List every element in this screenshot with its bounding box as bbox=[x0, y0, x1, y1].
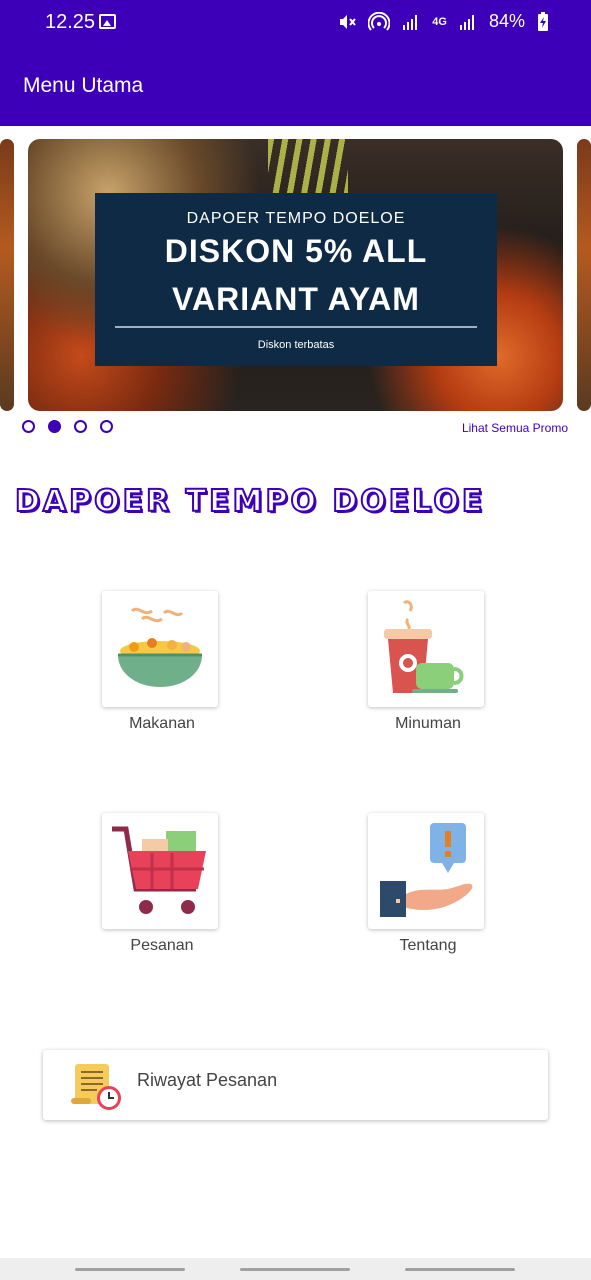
carousel-dot[interactable] bbox=[22, 420, 35, 433]
menu-label-pesanan: Pesanan bbox=[130, 937, 194, 954]
nav-recent-apps[interactable] bbox=[75, 1268, 185, 1271]
carousel-next-slide[interactable] bbox=[577, 139, 591, 411]
see-all-promo-link[interactable]: Lihat Semua Promo bbox=[462, 421, 568, 435]
info-hand-icon bbox=[380, 823, 473, 917]
carousel-dot-active[interactable] bbox=[48, 420, 61, 433]
promo-carousel[interactable]: DAPOER TEMPO DOELOE DISKON 5% ALL VARIAN… bbox=[0, 139, 591, 414]
receipt-clock-icon bbox=[71, 1064, 121, 1110]
system-nav-bar bbox=[0, 1258, 591, 1280]
banner-headline-1: DISKON 5% ALL bbox=[164, 233, 428, 269]
banner-divider bbox=[115, 326, 477, 328]
menu-tile-pesanan[interactable] bbox=[102, 813, 218, 929]
banner-note: Diskon terbatas bbox=[257, 339, 335, 351]
menu-label-minuman: Minuman bbox=[395, 715, 461, 732]
status-bar: 12.25 4G 84% bbox=[0, 0, 591, 48]
battery-percent: 84% bbox=[488, 11, 525, 31]
menu-tile-makanan[interactable] bbox=[102, 591, 218, 707]
brand-title: DAPOER TEMPO DOELOE bbox=[14, 483, 486, 520]
food-bowl-icon bbox=[118, 607, 202, 687]
mute-icon bbox=[340, 14, 357, 29]
signal-icon bbox=[403, 14, 418, 30]
order-history-button[interactable]: Riwayat Pesanan bbox=[43, 1050, 548, 1120]
food-decoration bbox=[268, 139, 348, 199]
carousel-dot[interactable] bbox=[74, 420, 87, 433]
shopping-cart-icon bbox=[112, 826, 206, 914]
status-right: 4G 84% bbox=[338, 11, 549, 32]
nav-home[interactable] bbox=[240, 1268, 350, 1271]
status-time: 12.25 bbox=[45, 11, 96, 33]
carousel-prev-slide[interactable] bbox=[0, 139, 14, 411]
hotspot-icon bbox=[368, 11, 391, 31]
order-history-label: Riwayat Pesanan bbox=[137, 1070, 278, 1090]
battery-icon bbox=[538, 11, 548, 31]
banner-brand: DAPOER TEMPO DOELOE bbox=[186, 210, 406, 227]
page-title: Menu Utama bbox=[23, 74, 144, 97]
signal-icon-2 bbox=[459, 14, 474, 30]
menu-label-tentang: Tentang bbox=[399, 937, 457, 954]
nav-back[interactable] bbox=[405, 1268, 515, 1271]
menu-label-makanan: Makanan bbox=[129, 715, 195, 732]
menu-tile-minuman[interactable] bbox=[368, 591, 484, 707]
promo-banner: DAPOER TEMPO DOELOE DISKON 5% ALL VARIAN… bbox=[95, 193, 497, 366]
promo-slide[interactable]: DAPOER TEMPO DOELOE DISKON 5% ALL VARIAN… bbox=[28, 139, 563, 411]
app-bar: 12.25 4G 84% Menu Utama bbox=[0, 0, 591, 126]
banner-headline-2: VARIANT AYAM bbox=[172, 281, 420, 317]
carousel-dot[interactable] bbox=[100, 420, 113, 433]
menu-tile-tentang[interactable] bbox=[368, 813, 484, 929]
network-type: 4G bbox=[432, 15, 447, 28]
drink-cup-icon bbox=[384, 600, 464, 693]
gallery-icon bbox=[99, 14, 116, 29]
carousel-indicator bbox=[22, 420, 113, 433]
